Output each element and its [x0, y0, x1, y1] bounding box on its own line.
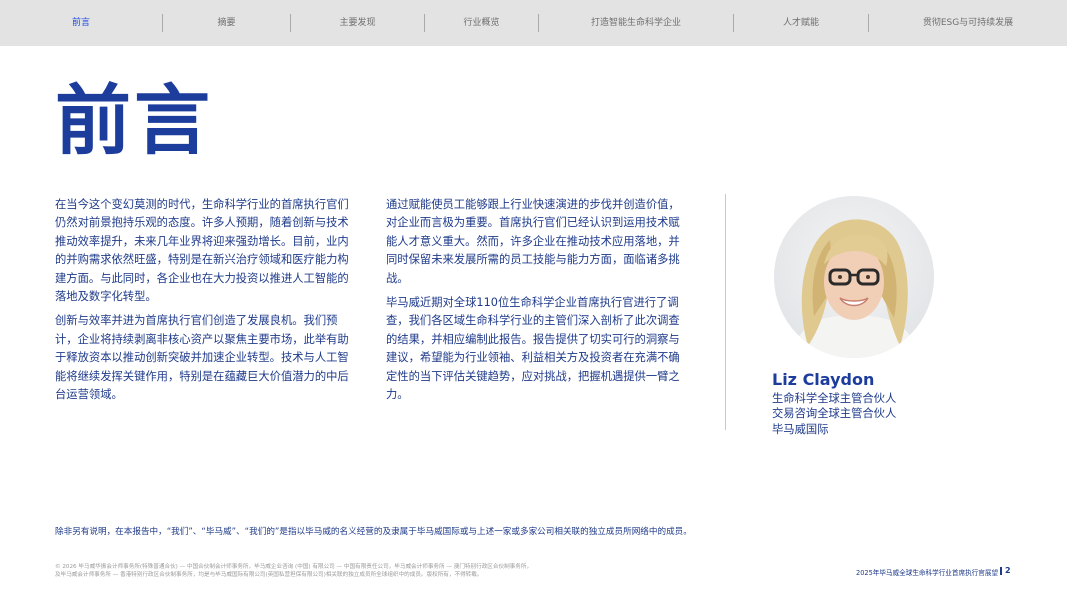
- footnote: 除非另有说明，在本报告中，“我们”、“毕马威”、“我们的”是指以毕马威的名义经营…: [55, 527, 692, 537]
- author-role: 交易咨询全球主管合伙人: [772, 407, 897, 420]
- page-number: 2: [1005, 566, 1011, 575]
- footer-report-title: 2025年毕马威全球生命科学行业首席执行官展望: [856, 569, 999, 577]
- nav-item-summary[interactable]: 摘要: [163, 14, 291, 32]
- legal-line: © 2026 毕马威华振会计师事务所(特殊普通合伙) — 中国合伙制会计师事务所…: [55, 564, 533, 570]
- legal-line: 及毕马威会计师事务所 — 香港特别行政区合伙制事务所，均是与毕马威国际有限公司(…: [55, 572, 483, 578]
- footer-separator: [1000, 567, 1002, 575]
- author-role: 生命科学全球主管合伙人: [772, 392, 897, 405]
- nav-item-talent[interactable]: 人才赋能: [734, 14, 869, 32]
- nav-item-key-findings[interactable]: 主要发现: [291, 14, 425, 32]
- nav-item-intelligent-enterprise[interactable]: 打造智能生命科学企业: [539, 14, 734, 32]
- author-portrait: [774, 196, 934, 358]
- top-navigation: 前言 摘要 主要发现 行业概览 打造智能生命科学企业 人才赋能 贯彻ESG与可持…: [0, 0, 1067, 46]
- author-organization: 毕马威国际: [772, 423, 829, 436]
- paragraph: 在当今这个变幻莫测的时代，生命科学行业的首席执行官们仍然对前景抱持乐观的态度。许…: [55, 198, 349, 304]
- nav-item-industry-overview[interactable]: 行业概览: [425, 14, 539, 32]
- nav-item-preface[interactable]: 前言: [0, 14, 163, 32]
- column-divider: [725, 194, 726, 430]
- author-name: Liz Claydon: [772, 370, 875, 389]
- body-column-left: 在当今这个变幻莫测的时代，生命科学行业的首席执行官们仍然对前景抱持乐观的态度。许…: [55, 196, 351, 410]
- nav-item-esg[interactable]: 贯彻ESG与可持续发展: [869, 14, 1067, 32]
- paragraph: 毕马威近期对全球110位生命科学企业首席执行官进行了调查，我们各区域生命科学行业…: [386, 296, 680, 402]
- page-title: 前言: [55, 76, 213, 165]
- paragraph: 通过赋能使员工能够跟上行业快速演进的步伐并创造价值，对企业而言极为重要。首席执行…: [386, 198, 680, 285]
- legal-disclaimer: © 2026 毕马威华振会计师事务所(特殊普通合伙) — 中国合伙制会计师事务所…: [55, 563, 645, 579]
- paragraph: 创新与效率并进为首席执行官们创造了发展良机。我们预计，企业将持续剥离非核心资产以…: [55, 314, 349, 402]
- body-column-middle: 通过赋能使员工能够跟上行业快速演进的步伐并创造价值，对企业而言极为重要。首席执行…: [386, 196, 682, 410]
